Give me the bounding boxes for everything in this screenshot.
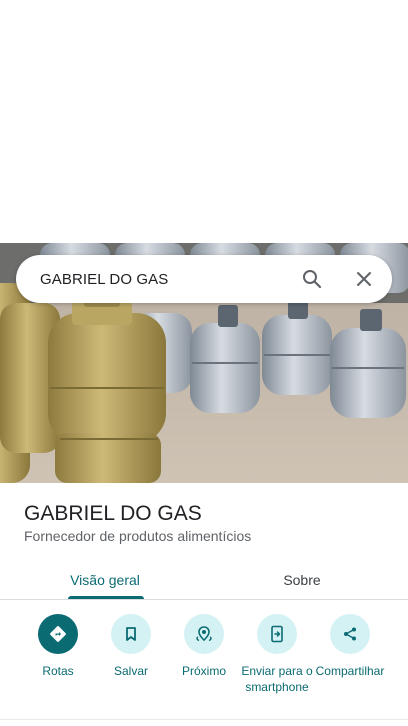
tab-about[interactable]: Sobre (200, 560, 404, 600)
directions-icon (38, 614, 78, 654)
nearby-icon (184, 614, 224, 654)
send-to-phone-button[interactable]: Enviar para o smartphone (237, 614, 317, 695)
close-icon[interactable] (344, 259, 384, 299)
search-icon[interactable] (292, 259, 332, 299)
action-buttons: Rotas Salvar Próximo Enviar para o smart… (0, 600, 408, 720)
share-label: Compartilhar (315, 664, 385, 678)
directions-label: Rotas (42, 664, 74, 678)
nearby-button[interactable]: Próximo (164, 614, 244, 679)
save-label: Salvar (113, 664, 148, 678)
tab-bar: Visão geral Sobre (0, 560, 408, 600)
nearby-label: Próximo (181, 664, 226, 678)
send-to-phone-icon (257, 614, 297, 654)
share-button[interactable]: Compartilhar (310, 614, 390, 679)
map-area[interactable] (0, 0, 408, 243)
directions-button[interactable]: Rotas (18, 614, 98, 679)
tab-overview[interactable]: Visão geral (0, 560, 210, 600)
tab-selected-indicator (68, 596, 144, 599)
search-bar[interactable]: GABRIEL DO GAS (16, 255, 392, 303)
share-icon (330, 614, 370, 654)
place-category: Fornecedor de produtos alimentícios (24, 528, 252, 544)
search-input[interactable]: GABRIEL DO GAS (40, 271, 292, 288)
save-button[interactable]: Salvar (91, 614, 171, 679)
bookmark-icon (111, 614, 151, 654)
divider (0, 719, 408, 720)
send-to-phone-label: Enviar para o smartphone (241, 664, 313, 694)
place-title: GABRIEL DO GAS (24, 502, 202, 525)
